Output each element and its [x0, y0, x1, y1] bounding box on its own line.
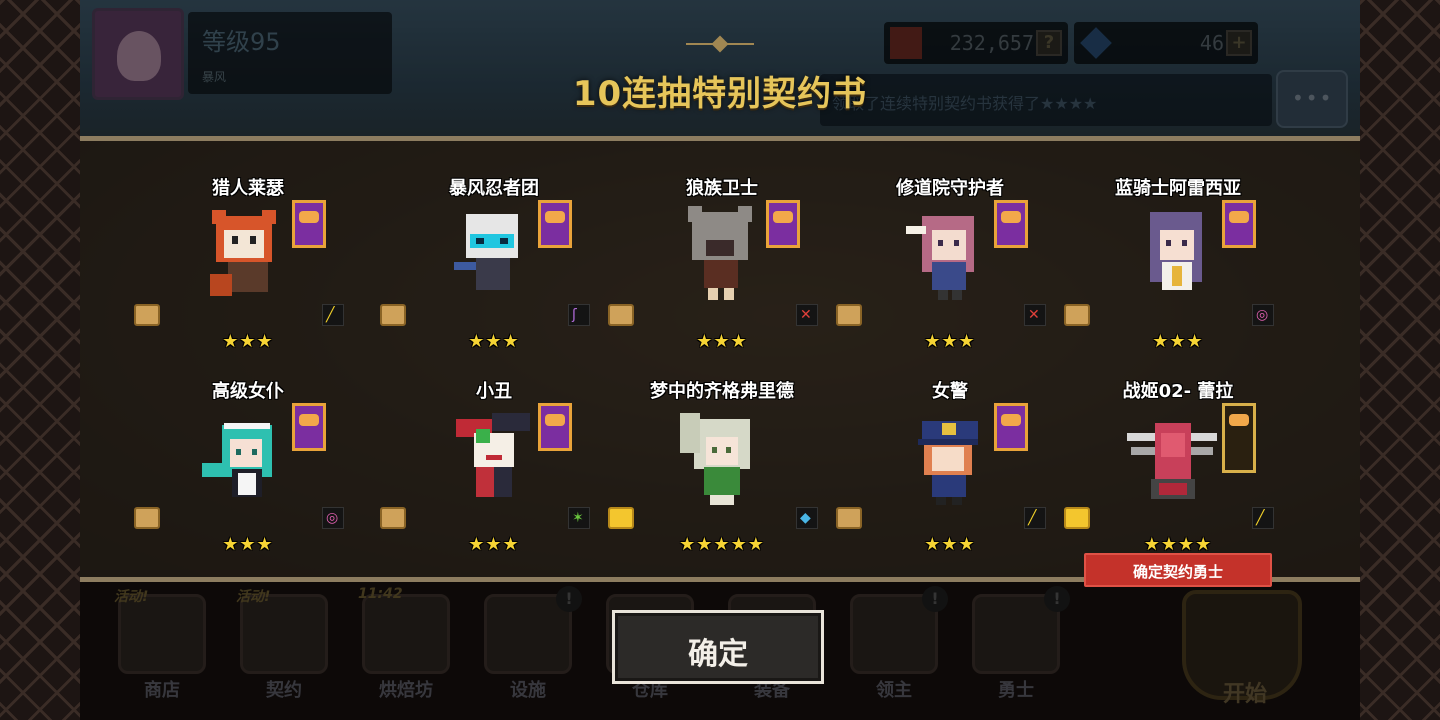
- axe-icon: ◆: [796, 507, 818, 529]
- rarity-banner: [292, 403, 326, 451]
- hero-name: 修道院守护者: [896, 178, 1004, 199]
- weapon-glyph: ╱: [1256, 510, 1265, 526]
- star-rating: ★★★: [696, 331, 748, 352]
- blue-knight-sprite: [1150, 212, 1202, 290]
- maid-sprite: [202, 423, 272, 497]
- hero-card: 狼族卫士 ✕ ★★★: [608, 174, 836, 374]
- star-rating: ★★★: [468, 331, 520, 352]
- contract-scroll-icon: [608, 507, 634, 529]
- hero-card: 女警 ╱ ★★★: [836, 377, 1064, 577]
- title-ornament: [686, 38, 754, 50]
- hero-card: 猎人莱瑟 ╱ ★★★: [134, 174, 362, 374]
- weapon-glyph: ◆: [800, 510, 811, 526]
- staff-icon: ╱: [322, 304, 344, 326]
- siegfried-sprite: [680, 413, 750, 505]
- red-panda-sprite: [210, 210, 276, 296]
- rarity-banner: [538, 200, 572, 248]
- contract-scroll-icon: [836, 304, 862, 326]
- hero-card: 蓝骑士阿雷西亚 ◎ ★★★: [1064, 174, 1292, 374]
- rarity-banner: [1222, 403, 1256, 473]
- police-sprite: [918, 421, 978, 505]
- hero-name: 女警: [932, 381, 968, 402]
- hero-card: 战姬02- 蕾拉 ╱ ★★★★: [1064, 377, 1292, 577]
- star-rating: ★★★: [222, 331, 274, 352]
- rarity-banner: [1222, 200, 1256, 248]
- weapon-glyph: ◎: [326, 510, 339, 526]
- contract-scroll-icon: [134, 507, 160, 529]
- star-rating: ★★★★★: [679, 534, 765, 555]
- contract-scroll-icon: [608, 304, 634, 326]
- star-rating: ★★★: [1152, 331, 1204, 352]
- weapon-glyph: ╱: [326, 307, 335, 323]
- crossed-swords-icon: ✕: [1024, 304, 1046, 326]
- orb-icon: ◎: [1252, 304, 1274, 326]
- shuriken-icon: ✶: [568, 507, 590, 529]
- weapon-glyph: ✕: [1028, 307, 1040, 323]
- hero-name: 高级女仆: [212, 381, 284, 402]
- staff-icon: ╱: [1252, 507, 1274, 529]
- hero-card: 梦中的齐格弗里德 ◆ ★★★★★: [608, 377, 836, 577]
- contract-scroll-icon: [380, 304, 406, 326]
- weapon-glyph: ✶: [572, 510, 584, 526]
- confirm-button-label: 确定: [688, 637, 748, 672]
- hero-name: 狼族卫士: [686, 178, 758, 199]
- star-rating: ★★★★: [1143, 534, 1213, 555]
- rarity-banner: [538, 403, 572, 451]
- rarity-banner: [994, 403, 1028, 451]
- star-rating: ★★★: [924, 331, 976, 352]
- clown-sprite: [456, 413, 530, 497]
- right-border-decoration: [1360, 0, 1440, 720]
- hero-card: 修道院守护者 ✕ ★★★: [836, 174, 1064, 374]
- hero-name: 梦中的齐格弗里德: [650, 381, 794, 402]
- magic-staff-icon: ʃ: [568, 304, 590, 326]
- weapon-glyph: ✕: [800, 307, 812, 323]
- contract-scroll-icon: [836, 507, 862, 529]
- monastery-guardian-sprite: [906, 216, 974, 300]
- confirmed-hero-badge: 确定契约勇士: [1084, 553, 1272, 587]
- hero-name: 蓝骑士阿雷西亚: [1115, 178, 1241, 199]
- hero-name: 战姬02- 蕾拉: [1122, 381, 1234, 402]
- hero-name: 暴风忍者团: [449, 178, 539, 199]
- confirmed-hero-label: 确定契约勇士: [1132, 563, 1223, 581]
- star-rating: ★★★: [468, 534, 520, 555]
- hero-card: 暴风忍者团 ʃ ★★★: [380, 174, 608, 374]
- hero-name: 猎人莱瑟: [212, 178, 284, 199]
- left-border-decoration: [0, 0, 80, 720]
- hero-card: 小丑 ✶ ★★★: [380, 377, 608, 577]
- rarity-banner: [292, 200, 326, 248]
- hero-card: 高级女仆 ◎ ★★★: [134, 377, 362, 577]
- star-rating: ★★★: [222, 534, 274, 555]
- weapon-glyph: ◎: [1256, 307, 1269, 323]
- ninja-sprite: [454, 214, 518, 290]
- contract-scroll-icon: [1064, 304, 1090, 326]
- staff-icon: ╱: [1024, 507, 1046, 529]
- confirm-button[interactable]: 确定: [612, 610, 824, 684]
- hero-name: 小丑: [476, 381, 512, 402]
- wolf-guard-sprite: [688, 206, 752, 300]
- star-rating: ★★★: [924, 534, 976, 555]
- dialog-title: 10连抽特别契约书: [572, 74, 868, 114]
- crossed-swords-icon: ✕: [796, 304, 818, 326]
- contract-scroll-icon: [1064, 507, 1090, 529]
- weapon-glyph: ʃ: [572, 307, 577, 323]
- contract-scroll-icon: [134, 304, 160, 326]
- orb-icon: ◎: [322, 507, 344, 529]
- contract-scroll-icon: [380, 507, 406, 529]
- rarity-banner: [766, 200, 800, 248]
- weapon-glyph: ╱: [1028, 510, 1037, 526]
- rarity-banner: [994, 200, 1028, 248]
